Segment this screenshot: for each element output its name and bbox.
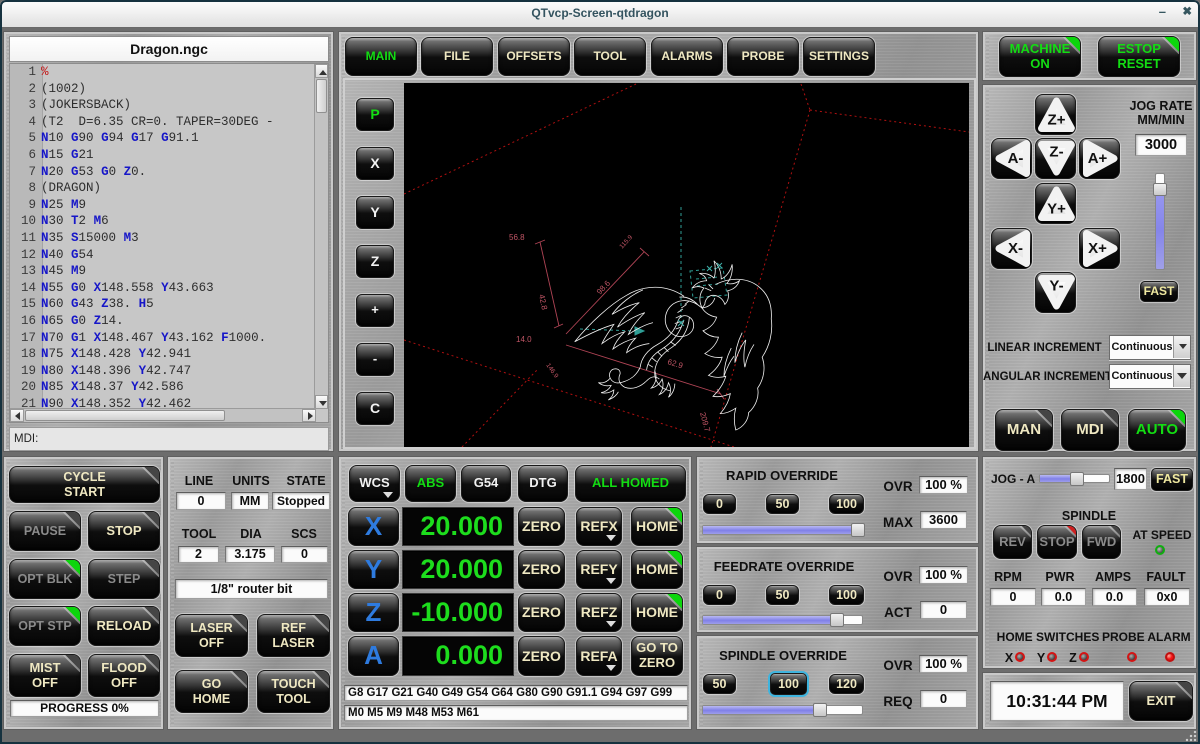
svg-text:X-: X- — [1008, 240, 1023, 257]
svg-text:98.6: 98.6 — [595, 278, 613, 296]
svg-text:A+: A+ — [1088, 150, 1108, 167]
svg-text:Z-: Z- — [1049, 144, 1063, 161]
svg-text:14.0: 14.0 — [516, 335, 532, 344]
svg-text:42.8: 42.8 — [537, 294, 549, 312]
svg-text:209.7: 209.7 — [698, 411, 712, 433]
svg-text:146.9: 146.9 — [544, 362, 559, 380]
svg-text:62.9: 62.9 — [666, 357, 684, 370]
svg-text:Y+: Y+ — [1047, 201, 1066, 218]
svg-text:Z+: Z+ — [1048, 112, 1066, 129]
svg-text:115.9: 115.9 — [618, 234, 634, 251]
svg-text:56.8: 56.8 — [509, 233, 525, 242]
svg-text:X+: X+ — [1088, 240, 1107, 257]
svg-text:Y-: Y- — [1049, 278, 1063, 295]
svg-text:A-: A- — [1008, 150, 1024, 167]
